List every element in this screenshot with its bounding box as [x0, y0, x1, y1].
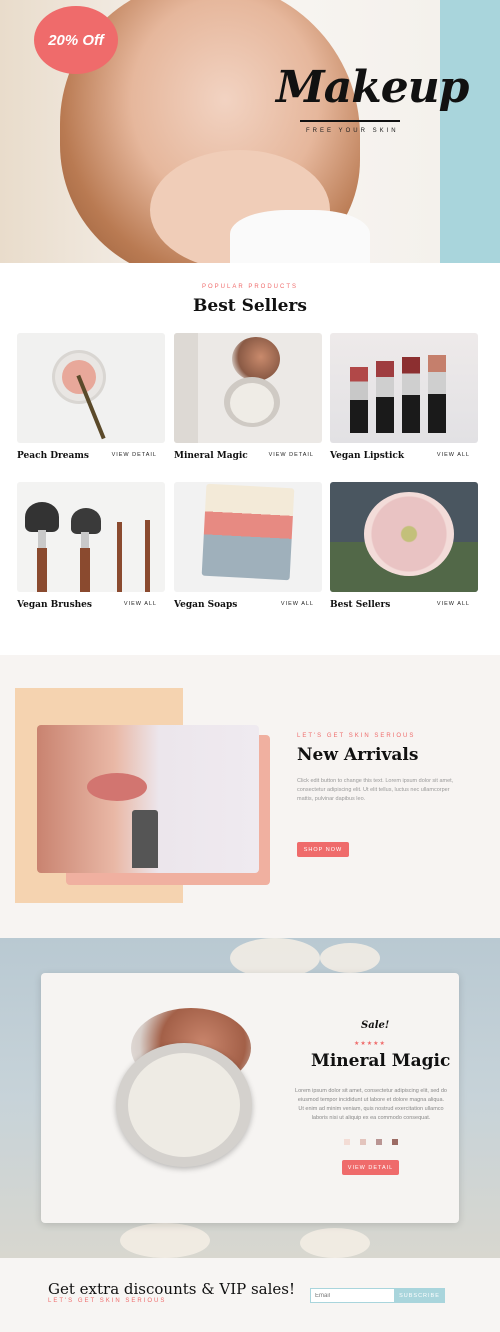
- product-feature-card: Sale! ★★★★★ Mineral Magic Lorem ipsum do…: [41, 973, 459, 1223]
- newsletter-section: Get extra discounts & VIP sales! LET'S G…: [0, 1258, 500, 1332]
- color-swatch[interactable]: [360, 1139, 366, 1145]
- newsletter-kicker: LET'S GET SKIN SERIOUS: [48, 1298, 167, 1304]
- view-detail-button[interactable]: VIEW DETAIL: [342, 1160, 399, 1175]
- product-card[interactable]: Vegan Brushes VIEW ALL: [17, 482, 165, 610]
- product-link[interactable]: VIEW ALL: [437, 452, 470, 458]
- product-card[interactable]: Peach Dreams VIEW DETAIL: [17, 333, 165, 461]
- mineral-magic-title: Mineral Magic: [311, 1051, 451, 1071]
- newsletter-title: Get extra discounts & VIP sales!: [48, 1280, 296, 1298]
- product-card[interactable]: Vegan Soaps VIEW ALL: [174, 482, 322, 610]
- product-card[interactable]: Vegan Lipstick VIEW ALL: [330, 333, 478, 461]
- product-link[interactable]: VIEW DETAIL: [269, 452, 314, 458]
- best-sellers-kicker: POPULAR PRODUCTS: [201, 284, 298, 290]
- color-swatches: [344, 1139, 398, 1145]
- product-image[interactable]: [330, 482, 478, 592]
- product-image[interactable]: [17, 482, 165, 592]
- flower-decoration: [300, 1228, 370, 1258]
- sale-label: Sale!: [361, 1020, 390, 1031]
- product-link[interactable]: VIEW ALL: [437, 601, 470, 607]
- new-arrivals-section: LET'S GET SKIN SERIOUS New Arrivals Clic…: [0, 655, 500, 938]
- rating-stars: ★★★★★: [354, 1041, 386, 1047]
- product-link[interactable]: VIEW ALL: [124, 601, 157, 607]
- product-image[interactable]: [174, 482, 322, 592]
- product-card[interactable]: Best Sellers VIEW ALL: [330, 482, 478, 610]
- product-name: Peach Dreams: [17, 451, 89, 461]
- compact-powder-pan: [128, 1053, 240, 1157]
- product-link[interactable]: VIEW DETAIL: [112, 452, 157, 458]
- product-name: Vegan Soaps: [174, 600, 238, 610]
- product-card[interactable]: Mineral Magic VIEW DETAIL: [174, 333, 322, 461]
- flower-decoration: [320, 943, 380, 973]
- product-name: Mineral Magic: [174, 451, 248, 461]
- product-image[interactable]: [330, 333, 478, 443]
- email-input[interactable]: [310, 1288, 395, 1303]
- product-name: Vegan Brushes: [17, 600, 92, 610]
- hero-section: 20% Off Makeup FREE YOUR SKIN: [0, 0, 500, 263]
- product-image[interactable]: [17, 333, 165, 443]
- product-name: Best Sellers: [330, 600, 391, 610]
- mineral-magic-body: Lorem ipsum dolor sit amet, consectetur …: [295, 1088, 447, 1121]
- flower-decoration: [230, 938, 320, 978]
- logo-underline: [300, 120, 400, 122]
- product-link[interactable]: VIEW ALL: [281, 601, 314, 607]
- color-swatch[interactable]: [344, 1139, 350, 1145]
- mineral-magic-section: Sale! ★★★★★ Mineral Magic Lorem ipsum do…: [0, 938, 500, 1258]
- flower-decoration: [120, 1223, 210, 1258]
- new-arrivals-title: New Arrivals: [297, 745, 419, 765]
- brand-tagline: FREE YOUR SKIN: [306, 128, 399, 134]
- new-arrivals-kicker: LET'S GET SKIN SERIOUS: [297, 733, 416, 739]
- hero-teal-band: [440, 0, 500, 263]
- lips-shape: [87, 773, 147, 801]
- color-swatch[interactable]: [392, 1139, 398, 1145]
- brand-logo[interactable]: Makeup: [276, 62, 469, 113]
- best-sellers-title: Best Sellers: [193, 296, 307, 316]
- lipstick-model-image: [37, 725, 259, 873]
- hero-model-shirt: [230, 210, 370, 263]
- shop-now-button[interactable]: SHOP NOW: [297, 842, 349, 857]
- new-arrivals-body: Click edit button to change this text. L…: [297, 778, 454, 802]
- product-image[interactable]: [174, 333, 322, 443]
- discount-badge: 20% Off: [34, 6, 118, 74]
- subscribe-button[interactable]: SUBSCRIBE: [394, 1288, 445, 1303]
- product-name: Vegan Lipstick: [330, 451, 405, 461]
- color-swatch[interactable]: [376, 1139, 382, 1145]
- lipstick-shape: [132, 810, 158, 868]
